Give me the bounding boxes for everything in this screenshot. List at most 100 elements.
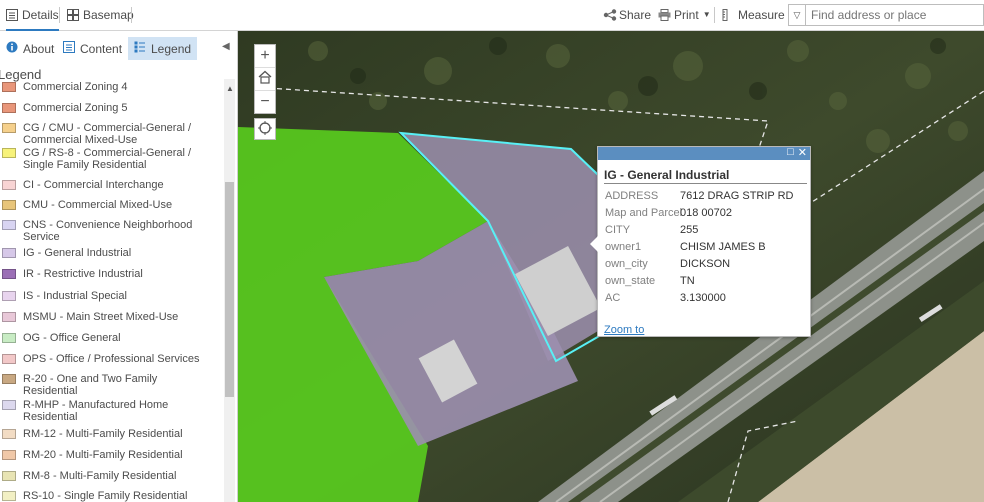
legend-label: R-MHP - Manufactured Home Residential	[23, 399, 169, 423]
legend-label: IR - Restrictive Industrial	[23, 268, 143, 280]
details-icon	[6, 8, 18, 21]
legend-swatch	[2, 123, 16, 133]
legend-label: RM-12 - Multi-Family Residential	[23, 428, 183, 440]
tab-content[interactable]: Content	[57, 37, 128, 60]
tab-about[interactable]: About	[0, 37, 60, 60]
content-icon	[63, 41, 75, 56]
popup-field-value: CHISM JAMES B	[680, 241, 766, 253]
legend-swatch	[2, 333, 16, 343]
legend-scroll-thumb[interactable]	[225, 182, 234, 397]
home-icon	[258, 70, 272, 89]
popup-field-label: AC	[605, 292, 621, 304]
legend-swatch	[2, 354, 16, 364]
legend-label: RM-8 - Multi-Family Residential	[23, 470, 177, 482]
popup-field-value: DICKSON	[680, 258, 731, 270]
legend-swatch	[2, 220, 16, 230]
legend-swatch	[2, 180, 16, 190]
tab-legend-label: Legend	[151, 41, 192, 56]
minus-icon: −	[260, 93, 270, 110]
basemap-tab[interactable]: Basemap	[67, 0, 134, 29]
popup-field-label: ADDRESS	[605, 190, 659, 202]
basemap-icon	[67, 8, 79, 21]
legend-swatch	[2, 200, 16, 210]
legend-swatch	[2, 82, 16, 92]
measure-button[interactable]: Measure	[722, 0, 785, 29]
legend-label: RS-10 - Single Family Residential	[23, 490, 188, 502]
legend-label: CG / RS-8 - Commercial-General / Single …	[23, 147, 192, 171]
legend-label: OG - Office General	[23, 332, 121, 344]
legend-label: OPS - Office / Professional Services	[23, 353, 200, 365]
toolbar-divider	[714, 7, 715, 23]
feature-popup: □ ✕ IG - General Industrial ADDRESS 7612 …	[590, 146, 811, 337]
legend-label: R-20 - One and Two Family Residential	[23, 373, 158, 397]
toolbar-divider	[131, 7, 132, 23]
popup-divider	[604, 183, 807, 184]
legend-label: Commercial Zoning 5	[23, 102, 128, 114]
zoom-controls: + −	[254, 44, 276, 114]
tab-content-label: Content	[80, 41, 123, 56]
zoom-to-link[interactable]: Zoom to	[604, 324, 644, 336]
toolbar-divider	[59, 7, 60, 23]
legend-list: Commercial Zoning 4 Commercial Zoning 5 CG…	[0, 79, 222, 502]
legend-swatch	[2, 429, 16, 439]
search-input[interactable]	[806, 7, 983, 23]
popup-title: IG - General Industrial	[604, 168, 730, 182]
collapse-panel-icon[interactable]: ◀	[222, 41, 230, 52]
legend-label: RM-20 - Multi-Family Residential	[23, 449, 183, 461]
popup-field-label: owner1	[605, 241, 642, 253]
maximize-icon[interactable]: □	[787, 146, 794, 159]
close-icon[interactable]: ✕	[798, 146, 807, 159]
legend-swatch	[2, 312, 16, 322]
print-label: Print	[674, 7, 699, 22]
home-button[interactable]	[255, 68, 275, 91]
tab-about-label: About	[23, 41, 55, 56]
legend-icon	[134, 41, 146, 56]
printer-icon	[658, 8, 671, 21]
details-label: Details	[22, 7, 59, 22]
legend-swatch	[2, 269, 16, 279]
measure-label: Measure	[738, 7, 785, 22]
share-button[interactable]: Share	[603, 0, 651, 29]
tab-legend[interactable]: Legend	[128, 37, 198, 60]
popup-field-label: CITY	[605, 224, 631, 236]
legend-swatch	[2, 148, 16, 158]
plus-icon: +	[260, 47, 270, 64]
scroll-up-icon[interactable]: ▲	[226, 84, 234, 93]
legend-swatch	[2, 450, 16, 460]
legend-label: CMU - Commercial Mixed-Use	[23, 199, 173, 211]
search-box: ▽	[788, 4, 984, 26]
popup-pointer	[590, 236, 598, 252]
legend-label: IG - General Industrial	[23, 247, 132, 259]
legend-label: IS - Industrial Special	[23, 290, 127, 302]
ruler-icon	[722, 8, 734, 21]
crosshair-icon	[258, 120, 272, 138]
popup-field-label: own_state	[605, 275, 656, 287]
search-source-dropdown[interactable]: ▽	[789, 5, 806, 25]
popup-field-value: TN	[680, 275, 695, 287]
share-label: Share	[619, 7, 652, 22]
legend-label: CI - Commercial Interchange	[23, 179, 164, 191]
legend-label: CNS - Convenience Neighborhood Service	[23, 219, 193, 243]
popup-field-value: 7612 DRAG STRIP RD	[680, 190, 794, 202]
legend-swatch	[2, 374, 16, 384]
print-button[interactable]: Print ▼	[658, 0, 711, 29]
popup-field-value: 255	[680, 224, 699, 236]
legend-swatch	[2, 291, 16, 301]
basemap-label: Basemap	[83, 7, 134, 22]
popup-field-label: own_city	[605, 258, 648, 270]
share-icon	[603, 8, 617, 21]
side-panel: About Content Legend ◀ Legend Commercial…	[0, 31, 238, 502]
locate-button[interactable]	[254, 118, 276, 140]
legend-label: MSMU - Main Street Mixed-Use	[23, 311, 179, 323]
top-toolbar: Details Basemap Share Print ▼ Measure ▽	[0, 0, 984, 31]
zoom-out-button[interactable]: −	[255, 91, 275, 113]
panel-tabs: About Content Legend	[0, 37, 238, 61]
popup-header: □ ✕	[598, 146, 810, 160]
details-tab[interactable]: Details	[6, 0, 59, 31]
popup-field-value: 018 00702	[680, 207, 732, 219]
zoom-in-button[interactable]: +	[255, 45, 275, 68]
legend-swatch	[2, 103, 16, 113]
legend-label: Commercial Zoning 4	[23, 81, 128, 93]
popup-field-value: 3.130000	[680, 292, 726, 304]
chevron-down-icon: ▽	[793, 9, 801, 20]
